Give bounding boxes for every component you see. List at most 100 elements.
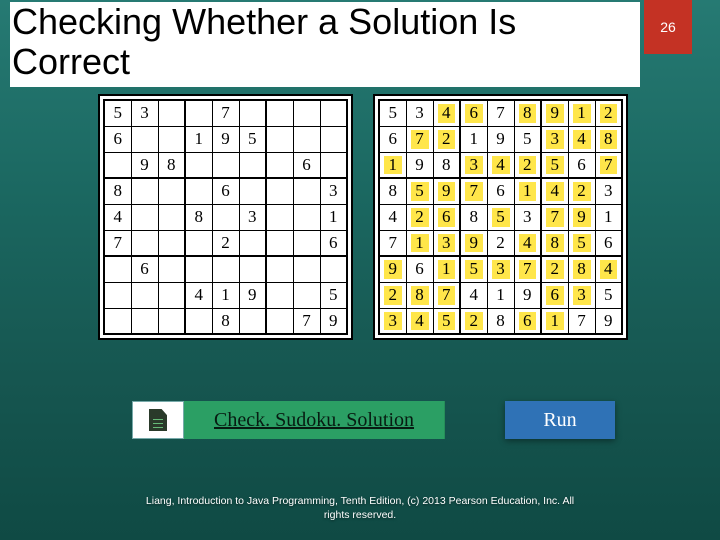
sudoku-cell: 1 xyxy=(595,204,622,230)
sudoku-cell: 9 xyxy=(541,100,568,126)
sudoku-cell: 6 xyxy=(104,126,131,152)
sudoku-cell xyxy=(293,100,320,126)
sudoku-cell: 4 xyxy=(460,282,487,308)
sudoku-cell xyxy=(266,230,293,256)
sudoku-cell xyxy=(266,152,293,178)
sudoku-cell xyxy=(293,204,320,230)
check-sudoku-label: Check. Sudoku. Solution xyxy=(214,409,414,432)
run-label: Run xyxy=(543,409,576,432)
sudoku-cell: 5 xyxy=(487,204,514,230)
check-sudoku-button[interactable]: Check. Sudoku. Solution xyxy=(184,401,445,439)
sudoku-cell: 9 xyxy=(212,126,239,152)
sudoku-cell: 4 xyxy=(433,100,460,126)
sudoku-cell xyxy=(266,308,293,334)
sudoku-cell: 7 xyxy=(568,308,595,334)
sudoku-cell: 6 xyxy=(293,152,320,178)
sudoku-cell: 8 xyxy=(595,126,622,152)
sudoku-cell: 5 xyxy=(320,282,347,308)
sudoku-cell xyxy=(320,100,347,126)
sudoku-cell: 7 xyxy=(293,308,320,334)
sudoku-cell xyxy=(293,230,320,256)
page-number: 26 xyxy=(660,19,676,35)
sudoku-cell: 3 xyxy=(460,152,487,178)
sudoku-cell: 7 xyxy=(514,256,541,282)
footer-line1: Liang, Introduction to Java Programming,… xyxy=(0,494,720,508)
sudoku-cell: 8 xyxy=(568,256,595,282)
sudoku-cell: 5 xyxy=(406,178,433,204)
sudoku-cell xyxy=(185,100,212,126)
sudoku-cell xyxy=(185,230,212,256)
sudoku-cell: 9 xyxy=(514,282,541,308)
sudoku-cell: 6 xyxy=(433,204,460,230)
sudoku-cell xyxy=(239,308,266,334)
sudoku-cell xyxy=(185,256,212,282)
sudoku-cell: 8 xyxy=(487,308,514,334)
sudoku-cell: 9 xyxy=(568,204,595,230)
sudoku-cell: 1 xyxy=(487,282,514,308)
sudoku-cell: 7 xyxy=(379,230,406,256)
page-number-badge: 26 xyxy=(644,0,692,54)
sudoku-cell: 9 xyxy=(406,152,433,178)
puzzle-grid-wrap: 5376195986863483172664195879 xyxy=(98,94,353,340)
button-row: Check. Sudoku. Solution Run xyxy=(132,401,615,439)
sudoku-cell: 2 xyxy=(212,230,239,256)
sudoku-cell: 6 xyxy=(379,126,406,152)
sudoku-cell xyxy=(158,100,185,126)
sudoku-cell: 5 xyxy=(595,282,622,308)
sudoku-cell xyxy=(320,126,347,152)
sudoku-cell xyxy=(320,152,347,178)
sudoku-cell: 6 xyxy=(406,256,433,282)
sudoku-cell: 6 xyxy=(568,152,595,178)
sudoku-cell xyxy=(266,178,293,204)
sudoku-cell: 6 xyxy=(131,256,158,282)
sudoku-cell: 4 xyxy=(185,282,212,308)
sudoku-cell: 6 xyxy=(595,230,622,256)
slide-title: Checking Whether a Solution Is Correct xyxy=(12,2,638,83)
sudoku-cell: 6 xyxy=(487,178,514,204)
sudoku-cell: 2 xyxy=(541,256,568,282)
sudoku-cell: 4 xyxy=(104,204,131,230)
file-chip[interactable] xyxy=(132,401,184,439)
sudoku-cell: 7 xyxy=(212,100,239,126)
sudoku-cell: 3 xyxy=(433,230,460,256)
sudoku-cell: 7 xyxy=(487,100,514,126)
sudoku-cell: 1 xyxy=(514,178,541,204)
sudoku-cell: 2 xyxy=(487,230,514,256)
sudoku-cell: 1 xyxy=(185,126,212,152)
sudoku-cell xyxy=(239,100,266,126)
sudoku-cell: 7 xyxy=(595,152,622,178)
sudoku-cell: 3 xyxy=(514,204,541,230)
sudoku-cell xyxy=(185,178,212,204)
sudoku-cell xyxy=(266,126,293,152)
sudoku-cell: 6 xyxy=(320,230,347,256)
sudoku-cell: 4 xyxy=(595,256,622,282)
sudoku-cell xyxy=(212,204,239,230)
sudoku-cell: 6 xyxy=(514,308,541,334)
sudoku-cell xyxy=(158,256,185,282)
sudoku-cell: 2 xyxy=(514,152,541,178)
sudoku-cell: 9 xyxy=(379,256,406,282)
solution-grid: 5346789126721953481983425678597614234268… xyxy=(378,99,623,335)
sudoku-cell xyxy=(266,256,293,282)
sudoku-cell: 8 xyxy=(212,308,239,334)
sudoku-cell: 3 xyxy=(320,178,347,204)
sudoku-cell: 5 xyxy=(568,230,595,256)
sudoku-cell xyxy=(131,178,158,204)
sudoku-cell: 3 xyxy=(487,256,514,282)
sudoku-cell: 9 xyxy=(239,282,266,308)
sudoku-cell: 9 xyxy=(595,308,622,334)
sudoku-cell: 2 xyxy=(568,178,595,204)
sudoku-cell xyxy=(239,256,266,282)
sudoku-cell: 4 xyxy=(487,152,514,178)
run-button[interactable]: Run xyxy=(505,401,615,439)
sudoku-cell: 9 xyxy=(320,308,347,334)
sudoku-cell xyxy=(320,256,347,282)
sudoku-cell: 4 xyxy=(379,204,406,230)
sudoku-cell: 5 xyxy=(104,100,131,126)
sudoku-cell: 4 xyxy=(406,308,433,334)
sudoku-cell: 8 xyxy=(541,230,568,256)
sudoku-cell: 8 xyxy=(406,282,433,308)
sudoku-cell: 9 xyxy=(487,126,514,152)
sudoku-cell: 5 xyxy=(514,126,541,152)
sudoku-cell xyxy=(158,282,185,308)
